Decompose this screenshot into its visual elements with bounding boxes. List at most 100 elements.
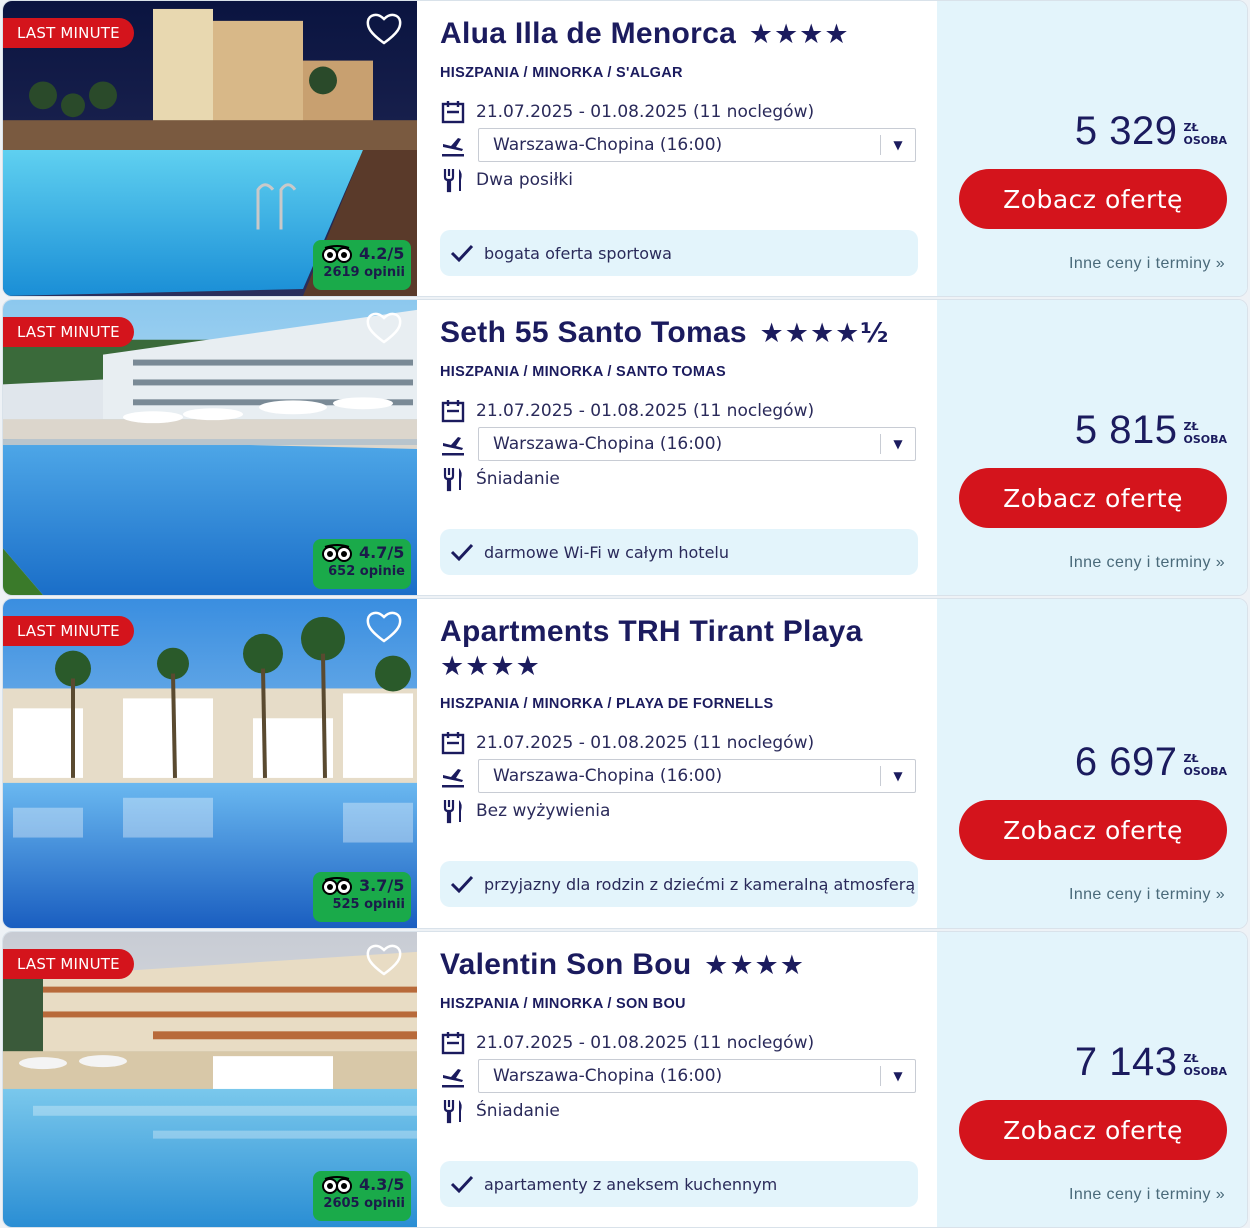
hotel-stars: ★★★★ [748,19,850,50]
travel-dates: 21.07.2025 - 01.08.2025 (11 noclegów) [476,733,815,753]
price: 5 815 ZŁ OSOBA [1075,410,1227,450]
offer-info: Alua Illa de Menorca ★★★★ HISZPANIA / MI… [440,1,920,296]
see-offer-button[interactable]: Zobacz ofertę [959,1100,1227,1160]
check-icon [450,1175,474,1194]
board-type: Śniadanie [476,1101,560,1121]
chevron-down-icon[interactable]: ▼ [880,766,915,786]
calendar-icon [441,101,465,124]
hotel-photo[interactable]: LAST MINUTE 4.7/5 652 opinie [3,300,417,595]
offer-card: LAST MINUTE 4.2/5 2619 opinii Alua Illa … [2,0,1248,297]
heart-icon[interactable] [365,609,403,645]
cutlery-icon [443,468,462,492]
chevron-down-icon[interactable]: ▼ [880,1066,915,1086]
hotel-name[interactable]: Apartments TRH Tirant Playa [440,615,863,648]
price-currency: ZŁ [1183,121,1199,134]
rating-value: 4.2/5 [359,244,405,263]
price-currency: ZŁ [1183,1052,1199,1065]
departure-select[interactable]: Warszawa-Chopina (16:00) ▼ [478,427,916,461]
hotel-location: HISZPANIA / MINORKA / SANTO TOMAS [440,364,726,380]
rating-badge: 4.2/5 2619 opinii [313,240,411,290]
travel-dates: 21.07.2025 - 01.08.2025 (11 noclegów) [476,401,815,421]
reviews-count: 2605 opinii [323,1196,405,1211]
last-minute-badge: LAST MINUTE [3,317,134,347]
hotel-location: HISZPANIA / MINORKA / S'ALGAR [440,65,683,81]
board-line: Bez wyżywienia [440,798,610,824]
check-icon [450,543,474,562]
price-panel: 7 143 ZŁ OSOBA Zobacz ofertę Inne ceny i t… [937,932,1247,1227]
other-prices-link[interactable]: Inne ceny i terminy » [1069,1186,1225,1204]
see-offer-button[interactable]: Zobacz ofertę [959,468,1227,528]
tripadvisor-icon [322,244,352,263]
offer-card: LAST MINUTE 4.7/5 652 opinie Seth 55 San… [2,299,1248,596]
other-prices-link[interactable]: Inne ceny i terminy » [1069,886,1225,904]
price-amount: 5 815 [1074,408,1178,452]
price-currency: ZŁ [1183,420,1199,433]
hotel-stars: ★★★★ [704,950,805,981]
hotel-name[interactable]: Alua Illa de Menorca [440,17,736,50]
price-per: OSOBA [1183,1065,1227,1078]
price-panel: 6 697 ZŁ OSOBA Zobacz ofertę Inne ceny i t… [937,599,1247,928]
hotel-title[interactable]: Seth 55 Santo Tomas ★★★★½ [440,316,910,351]
hotel-location: HISZPANIA / MINORKA / PLAYA DE FORNELLS [440,696,774,712]
chevron-down-icon[interactable]: ▼ [880,434,915,454]
chevron-down-icon[interactable]: ▼ [880,135,915,155]
board-type: Bez wyżywienia [476,801,611,821]
calendar-icon [441,1032,465,1055]
tripadvisor-icon [322,543,352,562]
feature-highlight: bogata oferta sportowa [440,230,918,276]
hotel-photo[interactable]: LAST MINUTE 4.2/5 2619 opinii [3,1,417,296]
plane-icon [442,1069,464,1088]
see-offer-button[interactable]: Zobacz ofertę [959,169,1227,229]
other-prices-link[interactable]: Inne ceny i terminy » [1069,554,1225,572]
departure-select[interactable]: Warszawa-Chopina (16:00) ▼ [478,128,916,162]
tripadvisor-icon [322,1175,352,1194]
heart-icon[interactable] [365,11,403,47]
offer-info: Apartments TRH Tirant Playa ★★★★ HISZPANI… [440,599,920,928]
price-currency: ZŁ [1183,752,1199,765]
offer-info: Valentin Son Bou ★★★★ HISZPANIA / MINORK… [440,932,920,1227]
plane-icon [442,138,464,157]
hotel-stars: ★★★★ [440,651,541,682]
board-type: Dwa posiłki [476,170,573,190]
rating-value: 4.7/5 [359,543,405,562]
last-minute-badge: LAST MINUTE [3,18,134,48]
price-per: OSOBA [1183,134,1227,147]
hotel-photo[interactable]: LAST MINUTE 4.3/5 2605 opinii [3,932,417,1227]
hotel-name[interactable]: Valentin Son Bou [440,948,691,981]
tripadvisor-icon [322,876,352,895]
rating-value: 3.7/5 [359,876,405,895]
other-prices-link[interactable]: Inne ceny i terminy » [1069,255,1225,273]
heart-icon[interactable] [365,942,403,978]
board-line: Śniadanie [440,1098,560,1124]
dates-line: 21.07.2025 - 01.08.2025 (11 noclegów) [440,730,814,756]
hotel-name[interactable]: Seth 55 Santo Tomas [440,316,747,349]
heart-icon[interactable] [365,310,403,346]
departure-select[interactable]: Warszawa-Chopina (16:00) ▼ [478,1059,916,1093]
hotel-stars: ★★★★½ [759,318,890,349]
hotel-photo[interactable]: LAST MINUTE 3.7/5 525 opinii [3,599,417,928]
dates-line: 21.07.2025 - 01.08.2025 (11 noclegów) [440,398,814,424]
departure-select[interactable]: Warszawa-Chopina (16:00) ▼ [478,759,916,793]
hotel-location: HISZPANIA / MINORKA / SON BOU [440,996,686,1012]
rating-badge: 4.7/5 652 opinie [313,539,411,589]
travel-dates: 21.07.2025 - 01.08.2025 (11 noclegów) [476,1033,815,1053]
plane-icon [442,437,464,456]
feature-highlight: apartamenty z aneksem kuchennym [440,1161,918,1207]
hotel-title[interactable]: Valentin Son Bou ★★★★ [440,948,910,983]
travel-dates: 21.07.2025 - 01.08.2025 (11 noclegów) [476,102,815,122]
offer-card: LAST MINUTE 4.3/5 2605 opinii Valentin S… [2,931,1248,1228]
cutlery-icon [443,800,462,824]
see-offer-button[interactable]: Zobacz ofertę [959,800,1227,860]
hotel-title[interactable]: Apartments TRH Tirant Playa ★★★★ [440,615,910,684]
feature-text: apartamenty z aneksem kuchennym [484,1174,778,1194]
offer-info: Seth 55 Santo Tomas ★★★★½ HISZPANIA / MI… [440,300,920,595]
board-line: Śniadanie [440,466,560,492]
dates-line: 21.07.2025 - 01.08.2025 (11 noclegów) [440,1030,814,1056]
price: 5 329 ZŁ OSOBA [1075,111,1227,151]
departure-value: Warszawa-Chopina (16:00) [493,1066,723,1086]
last-minute-badge: LAST MINUTE [3,949,134,979]
rating-value: 4.3/5 [359,1175,405,1194]
price-per: OSOBA [1183,433,1227,446]
rating-badge: 3.7/5 525 opinii [313,872,411,922]
hotel-title[interactable]: Alua Illa de Menorca ★★★★ [440,17,910,52]
